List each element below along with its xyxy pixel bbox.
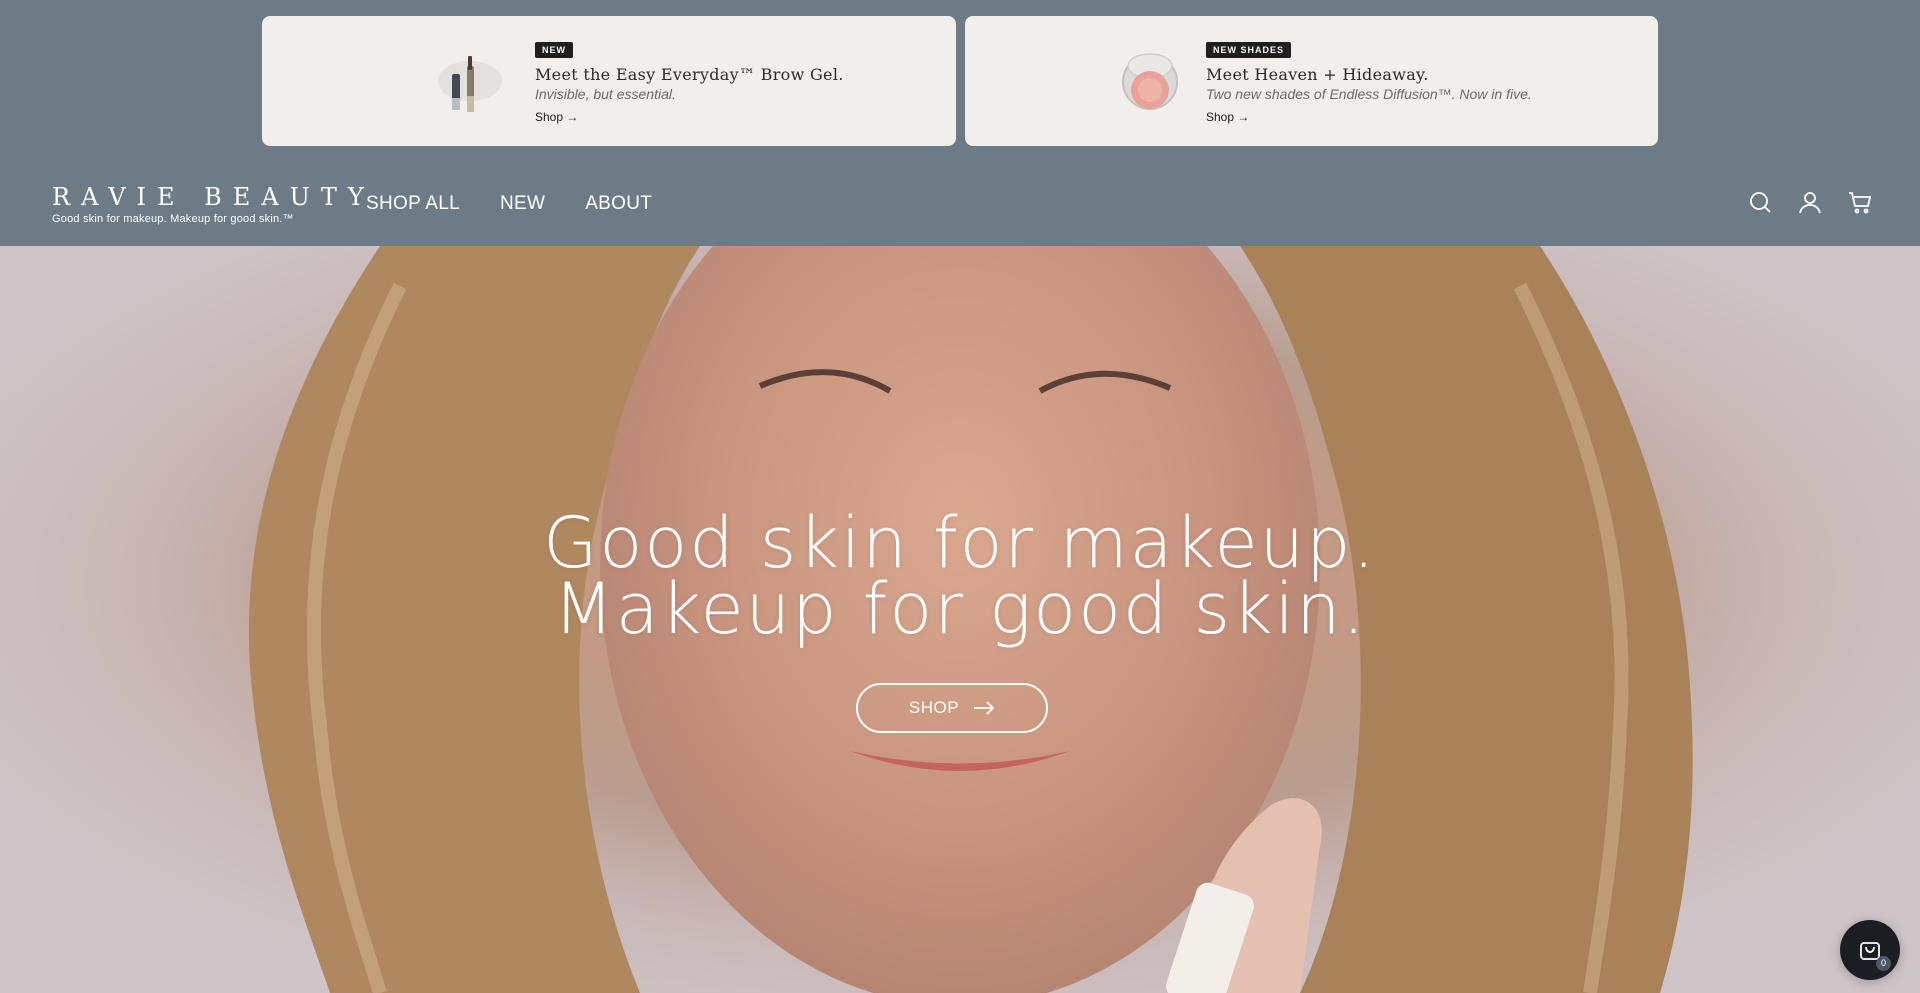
hero-shop-button-label: SHOP — [908, 698, 960, 717]
floating-cart-button[interactable]: 0 — [1840, 920, 1900, 980]
site-header: RAVIE BEAUTY Good skin for makeup. Makeu… — [0, 160, 1920, 246]
promo-text: NEW Meet the Easy Everyday™ Brow Gel. In… — [535, 40, 844, 124]
nav-item-new[interactable]: NEW — [500, 193, 545, 215]
promo-strip: NEW Meet the Easy Everyday™ Brow Gel. In… — [0, 0, 1920, 160]
hero-headline-line-1: Good skin for makeup. — [543, 502, 1377, 584]
blush-compact-product-icon — [1122, 53, 1178, 110]
logo[interactable]: RAVIE BEAUTY Good skin for makeup. Makeu… — [52, 184, 375, 225]
promo-card-brow-gel[interactable]: NEW Meet the Easy Everyday™ Brow Gel. In… — [262, 16, 956, 146]
cart-icon[interactable] — [1848, 190, 1872, 214]
cart-count-badge: 0 — [1876, 956, 1891, 971]
promo-subtitle: Invisible, but essential. — [535, 86, 676, 102]
promo-card-heaven-hideaway[interactable]: NEW SHADES Meet Heaven + Hideaway. Two n… — [965, 16, 1658, 146]
nav-item-shop-all[interactable]: SHOP ALL — [366, 193, 460, 215]
hero-section: Good skin for makeup. Makeup for good sk… — [0, 246, 1920, 993]
hero-headline: Good skin for makeup. Makeup for good sk… — [0, 502, 1920, 650]
promo-badge: NEW SHADES — [1206, 42, 1292, 58]
promo-badge: NEW — [535, 42, 573, 58]
promo-title: Meet Heaven + Hideaway. — [1206, 65, 1429, 84]
promo-text: NEW SHADES Meet Heaven + Hideaway. Two n… — [1206, 40, 1532, 124]
main-nav: SHOP ALL NEW ABOUT — [366, 193, 652, 215]
logo-tagline: Good skin for makeup. Makeup for good sk… — [52, 213, 294, 225]
header-icons — [1748, 190, 1872, 214]
brow-gel-product-icon — [438, 56, 502, 112]
promo-title: Meet the Easy Everyday™ Brow Gel. — [535, 65, 844, 84]
promo-shop-link[interactable]: Shop → — [1206, 110, 1532, 124]
hero-headline-line-2: Makeup for good skin. — [553, 568, 1367, 650]
promo-shop-link[interactable]: Shop → — [535, 110, 844, 124]
account-icon[interactable] — [1798, 190, 1822, 214]
arrow-right-icon — [974, 701, 995, 715]
promo-subtitle: Two new shades of Endless Diffusion™. No… — [1206, 86, 1532, 102]
search-icon[interactable] — [1748, 190, 1772, 214]
logo-wordmark: RAVIE BEAUTY — [52, 183, 375, 211]
nav-item-about[interactable]: ABOUT — [585, 193, 652, 215]
hero-shop-button[interactable]: SHOP — [856, 683, 1048, 733]
